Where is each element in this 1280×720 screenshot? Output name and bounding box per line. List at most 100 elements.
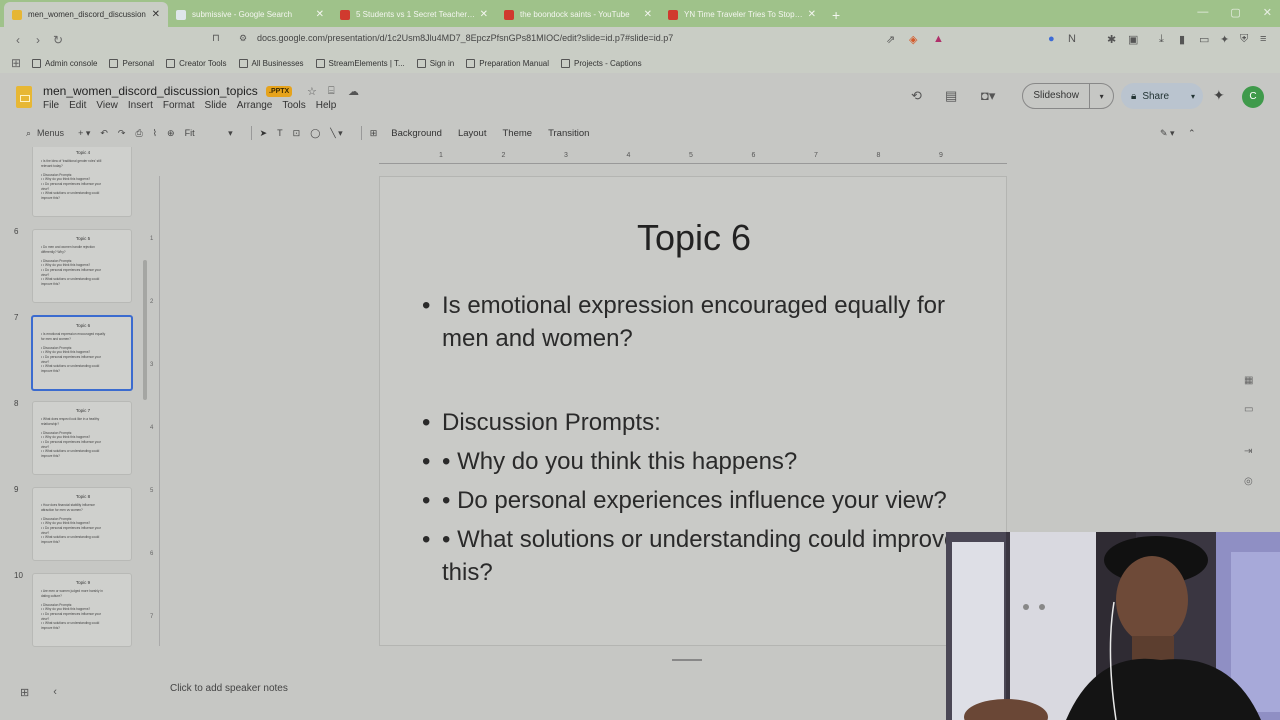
slide-thumbnail[interactable]: Topic 4 • Is the idea of 'traditional gen… [32, 147, 132, 217]
browser-tab[interactable]: YN Time Traveler Tries To Stop The T... ✕ [660, 2, 824, 27]
layout-button[interactable]: Layout [458, 128, 487, 139]
bookmark-item[interactable]: Creator Tools [166, 58, 227, 68]
bookmark-star-icon[interactable]: ⊓ [212, 33, 220, 44]
download-icon[interactable]: ⤓ [1159, 33, 1164, 46]
slide-thumbnail[interactable]: Topic 9 • Are men or women judged more ha… [32, 573, 132, 647]
canvas-scroll-handle[interactable] [672, 659, 702, 661]
comments-icon[interactable]: ▤ [945, 88, 957, 104]
slide-title[interactable]: Topic 6 [380, 217, 1008, 259]
comment-add-icon[interactable]: ⊞ [370, 128, 378, 139]
site-info-icon[interactable]: ⚙ [239, 33, 247, 44]
url-field[interactable]: docs.google.com/presentation/d/1c2Usm8Jl… [257, 33, 673, 43]
grid-view-icon[interactable]: ⊞ [20, 686, 29, 699]
slide-body[interactable]: Is emotional expression encouraged equal… [422, 289, 962, 595]
bookmark-item[interactable]: Personal [109, 58, 154, 68]
bookmark-item[interactable]: Preparation Manual [466, 58, 549, 68]
forward-icon[interactable]: › [28, 33, 48, 47]
back-icon[interactable]: ‹ [8, 33, 28, 47]
slideshow-dropdown-icon[interactable]: ▾ [1090, 92, 1113, 101]
sidebar-icon[interactable]: ▮ [1179, 33, 1185, 46]
new-tab-button[interactable]: + [824, 2, 848, 27]
text-box-icon[interactable]: T [277, 128, 283, 138]
bookmark-item[interactable]: StreamElements | T... [315, 58, 405, 68]
star-icon[interactable]: ☆ [307, 85, 317, 98]
tasks-icon[interactable]: ⇥ [1244, 446, 1252, 457]
shape-icon[interactable]: ◯ [310, 128, 320, 139]
menu-arrange[interactable]: Arrange [237, 100, 273, 111]
extension-icon[interactable]: ● [1048, 33, 1055, 45]
browser-menu-icon[interactable]: ≡ [1260, 33, 1266, 45]
maximize-icon[interactable]: ▢ [1230, 6, 1240, 19]
menu-help[interactable]: Help [316, 100, 337, 111]
filmstrip-scrollbar[interactable] [143, 260, 147, 400]
menu-slide[interactable]: Slide [205, 100, 227, 111]
meet-icon[interactable]: ◘▾ [981, 88, 995, 104]
speaker-notes[interactable]: Click to add speaker notes [170, 683, 288, 694]
browser-tab[interactable]: submissive - Google Search ✕ [168, 2, 332, 27]
slide-bullet[interactable]: • What solutions or understanding could … [422, 523, 962, 589]
paint-format-icon[interactable]: ⌇ [153, 128, 157, 139]
slide-thumbnail[interactable]: Topic 6 • Is emotional expression encoura… [31, 315, 133, 391]
slide-bullet[interactable]: • Do personal experiences influence your… [422, 484, 962, 517]
extensions-puzzle-icon[interactable]: ✱ [1107, 33, 1116, 46]
menu-tools[interactable]: Tools [282, 100, 305, 111]
bookmark-item[interactable]: Projects - Captions [561, 58, 642, 68]
search-menus[interactable]: ⌕ Menus [16, 128, 64, 139]
avatar[interactable]: C [1242, 86, 1264, 108]
bookmark-item[interactable]: Sign in [416, 58, 454, 68]
tab-close-icon[interactable]: ✕ [152, 9, 160, 20]
menu-file[interactable]: File [43, 100, 59, 111]
drive-folder-icon[interactable]: ▭ [1244, 404, 1253, 415]
slideshow-label[interactable]: Slideshow [1023, 84, 1091, 108]
bookmark-item[interactable]: Admin console [32, 58, 97, 68]
share-page-icon[interactable]: ⇗ [886, 33, 895, 46]
select-cursor-icon[interactable]: ➤ [260, 128, 268, 139]
undo-icon[interactable]: ↶ [100, 128, 108, 139]
background-button[interactable]: Background [391, 128, 442, 139]
slideshow-button[interactable]: Slideshow ▾ [1022, 83, 1114, 109]
print-icon[interactable]: ⎙ [135, 128, 142, 139]
browser-tab[interactable]: 5 Students vs 1 Secret Teacher - Yo... ✕ [332, 2, 496, 27]
zoom-select[interactable]: Fit ▾ [185, 128, 233, 139]
tab-close-icon[interactable]: ✕ [480, 9, 488, 20]
menu-view[interactable]: View [96, 100, 118, 111]
tab-search-icon[interactable]: ▣ [1128, 33, 1138, 46]
slide-thumbnail[interactable]: Topic 7 • What does respect look like in … [32, 401, 132, 475]
tab-close-icon[interactable]: ✕ [316, 9, 324, 20]
collapse-toolbar-icon[interactable]: ⌃ [1188, 128, 1196, 139]
brave-rewards-icon[interactable]: ▲ [933, 33, 944, 45]
share-button[interactable]: 🔒︎ Share ▾ [1121, 83, 1203, 109]
share-dropdown-icon[interactable]: ▾ [1191, 92, 1195, 101]
leo-ai-icon[interactable]: ✦ [1220, 33, 1229, 46]
redo-icon[interactable]: ↷ [118, 128, 126, 139]
brave-shield-icon[interactable]: ◈ [909, 33, 917, 46]
minimize-icon[interactable]: — [1197, 6, 1208, 19]
browser-tab[interactable]: men_women_discord_discussion ✕ [4, 2, 168, 27]
tab-close-icon[interactable]: ✕ [644, 9, 652, 20]
menu-edit[interactable]: Edit [69, 100, 86, 111]
slide-bullet[interactable]: Is emotional expression encouraged equal… [422, 289, 962, 355]
cloud-status-icon[interactable]: ☁ [348, 85, 359, 98]
close-window-icon[interactable]: ✕ [1263, 6, 1272, 19]
edit-mode-icon[interactable]: ✎ ▾ [1160, 128, 1175, 139]
theme-button[interactable]: Theme [502, 128, 532, 139]
bookmark-item[interactable]: All Businesses [238, 58, 304, 68]
gemini-icon[interactable]: ✦ [1213, 87, 1225, 104]
google-slides-logo-icon[interactable] [16, 86, 32, 108]
move-folder-icon[interactable]: ⌸ [328, 85, 335, 98]
zoom-icon[interactable]: ⊕ [167, 128, 175, 139]
slide-thumbnail[interactable]: Topic 8 • How does financial stability in… [32, 487, 132, 561]
notion-icon[interactable]: N [1068, 33, 1076, 45]
wallet-icon[interactable]: ▭ [1199, 33, 1209, 46]
menu-format[interactable]: Format [163, 100, 195, 111]
vpn-icon[interactable]: ⛨ [1240, 33, 1248, 46]
slide-bullet[interactable]: Discussion Prompts: [422, 406, 962, 439]
browser-tab[interactable]: the boondock saints - YouTube ✕ [496, 2, 660, 27]
menu-insert[interactable]: Insert [128, 100, 153, 111]
addons-icon[interactable]: ◎ [1244, 476, 1253, 487]
slide-thumbnail[interactable]: Topic 5 • Do men and women handle rejecti… [32, 229, 132, 303]
slide-bullet[interactable]: • Why do you think this happens? [422, 445, 962, 478]
version-history-icon[interactable]: ⟲ [911, 88, 922, 104]
line-icon[interactable]: ╲ ▾ [330, 128, 342, 139]
apps-grid-icon[interactable]: ⊞ [8, 56, 24, 70]
